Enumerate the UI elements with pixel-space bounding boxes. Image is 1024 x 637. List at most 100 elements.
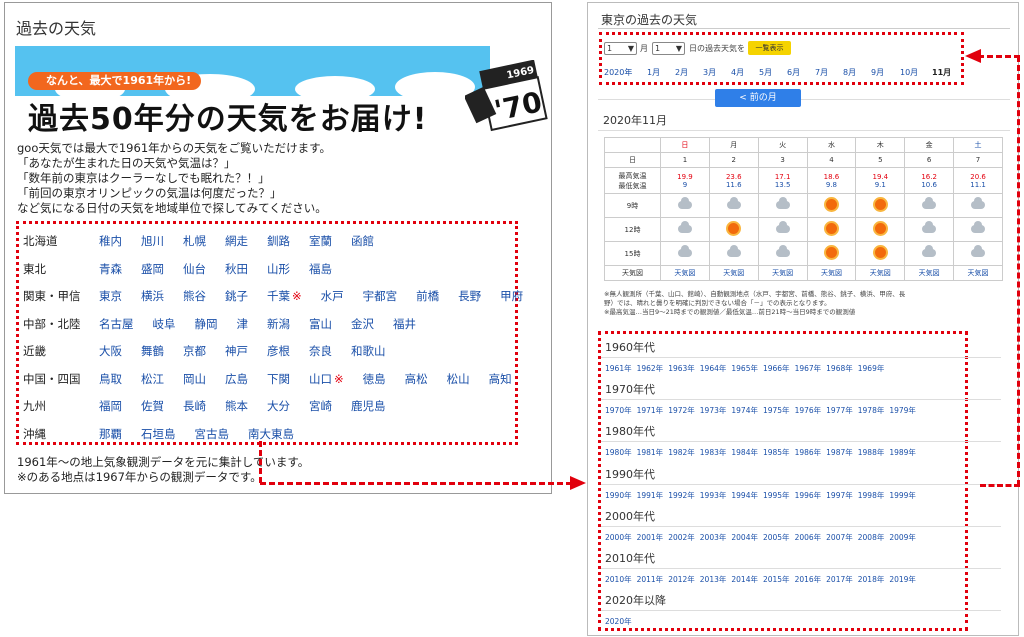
city-link[interactable]: 富山 [309, 316, 332, 332]
weather-map-link[interactable]: 天気図 [757, 265, 808, 281]
year-link[interactable]: 1994年 [731, 491, 758, 500]
city-link[interactable]: 那覇 [99, 426, 122, 442]
year-link[interactable]: 1996年 [795, 491, 822, 500]
month-link[interactable]: 5月 [759, 67, 772, 78]
year-link[interactable]: 1987年 [826, 448, 853, 457]
city-link[interactable]: 佐賀 [141, 398, 164, 414]
weather-map-link[interactable]: 天気図 [806, 265, 857, 281]
prev-month-button[interactable]: < 前の月 [715, 89, 801, 107]
year-link[interactable]: 1986年 [795, 448, 822, 457]
year-link[interactable]: 2006年 [795, 533, 822, 542]
city-link[interactable]: 熊谷 [183, 288, 206, 304]
month-link[interactable]: 9月 [871, 67, 884, 78]
year-link[interactable]: 1993年 [700, 491, 727, 500]
city-link[interactable]: 仙台 [183, 261, 206, 277]
month-link[interactable]: 4月 [731, 67, 744, 78]
year-link[interactable]: 1977年 [826, 406, 853, 415]
year-link[interactable]: 2020年 [605, 617, 632, 626]
city-link[interactable]: 水戸 [321, 288, 344, 304]
year-link[interactable]: 1968年 [826, 364, 853, 373]
city-link[interactable]: 横浜 [141, 288, 164, 304]
day-select[interactable]: 1 ▼ [652, 42, 685, 55]
city-link[interactable]: 高松 [405, 371, 428, 387]
show-list-button[interactable]: 一覧表示 [748, 41, 791, 55]
city-link[interactable]: 宮崎 [309, 398, 332, 414]
city-link[interactable]: 函館 [351, 233, 374, 249]
city-link[interactable]: 長崎 [183, 398, 206, 414]
year-link[interactable]: 1980年 [605, 448, 632, 457]
year-link[interactable]: 2011年 [637, 575, 664, 584]
year-link[interactable]: 2015年 [763, 575, 790, 584]
city-link[interactable]: 松山 [447, 371, 470, 387]
year-link[interactable]: 1974年 [731, 406, 758, 415]
city-link[interactable]: 甲府 [500, 288, 523, 304]
year-link[interactable]: 1983年 [700, 448, 727, 457]
year-link[interactable]: 1965年 [731, 364, 758, 373]
year-link[interactable]: 1979年 [889, 406, 916, 415]
city-link[interactable]: 舞鶴 [141, 343, 164, 359]
city-link[interactable]: 旭川 [141, 233, 164, 249]
weather-map-link[interactable]: 天気図 [660, 265, 710, 281]
year-link[interactable]: 2009年 [889, 533, 916, 542]
city-link[interactable]: 福井 [393, 316, 416, 332]
month-link[interactable]: 1月 [647, 67, 660, 78]
year-link[interactable]: 1984年 [731, 448, 758, 457]
city-link[interactable]: 室蘭 [309, 233, 332, 249]
city-link[interactable]: 長野 [458, 288, 481, 304]
city-link[interactable]: 新潟 [267, 316, 290, 332]
year-link[interactable]: 1989年 [889, 448, 916, 457]
year-link[interactable]: 1966年 [763, 364, 790, 373]
city-link[interactable]: 和歌山 [351, 343, 386, 359]
year-link[interactable]: 2012年 [668, 575, 695, 584]
city-link[interactable]: 岐阜 [153, 316, 176, 332]
year-link[interactable]: 2017年 [826, 575, 853, 584]
city-link[interactable]: 稚内 [99, 233, 122, 249]
city-link[interactable]: 神戸 [225, 343, 248, 359]
year-link[interactable]: 1999年 [889, 491, 916, 500]
year-link[interactable]: 1969年 [858, 364, 885, 373]
year-link[interactable]: 2004年 [731, 533, 758, 542]
city-link[interactable]: 大阪 [99, 343, 122, 359]
city-link[interactable]: 徳島 [363, 371, 386, 387]
city-link[interactable]: 京都 [183, 343, 206, 359]
city-link[interactable]: 津 [237, 316, 249, 332]
year-link[interactable]: 1992年 [668, 491, 695, 500]
city-link[interactable]: 釧路 [267, 233, 290, 249]
year-link[interactable]: 1975年 [763, 406, 790, 415]
month-link[interactable]: 2月 [675, 67, 688, 78]
city-link[interactable]: 金沢 [351, 316, 374, 332]
year-link[interactable]: 1970年 [605, 406, 632, 415]
city-link[interactable]: 福島 [309, 261, 332, 277]
city-link[interactable]: 銚子 [225, 288, 248, 304]
city-link[interactable]: 東京 [99, 288, 122, 304]
city-link[interactable]: 網走 [225, 233, 248, 249]
weather-map-link[interactable]: 天気図 [855, 265, 906, 281]
year-link[interactable]: 2001年 [637, 533, 664, 542]
year-link[interactable]: 1988年 [858, 448, 885, 457]
year-link[interactable]: 2013年 [700, 575, 727, 584]
city-link[interactable]: 青森 [99, 261, 122, 277]
city-link[interactable]: 下関 [267, 371, 290, 387]
year-link[interactable]: 1971年 [637, 406, 664, 415]
city-link[interactable]: 札幌 [183, 233, 206, 249]
city-link[interactable]: 前橋 [416, 288, 439, 304]
year-link[interactable]: 2005年 [763, 533, 790, 542]
weather-map-link[interactable]: 天気図 [953, 265, 1003, 281]
year-link[interactable]: 2007年 [826, 533, 853, 542]
city-link[interactable]: 山形 [267, 261, 290, 277]
year-link[interactable]: 1972年 [668, 406, 695, 415]
year-link[interactable]: 2003年 [700, 533, 727, 542]
city-link[interactable]: 静岡 [195, 316, 218, 332]
year-link[interactable]: 2018年 [858, 575, 885, 584]
city-link[interactable]: 鳥取 [99, 371, 122, 387]
city-link[interactable]: 盛岡 [141, 261, 164, 277]
month-link[interactable]: 10月 [900, 67, 918, 78]
city-link[interactable]: 山口 ※ [309, 371, 344, 387]
year-link[interactable]: 1963年 [668, 364, 695, 373]
year-link[interactable]: 2002年 [668, 533, 695, 542]
city-link[interactable]: 熊本 [225, 398, 248, 414]
year-link[interactable]: 1990年 [605, 491, 632, 500]
year-link[interactable]: 1991年 [637, 491, 664, 500]
weather-map-link[interactable]: 天気図 [904, 265, 955, 281]
year-link[interactable]: 1982年 [668, 448, 695, 457]
